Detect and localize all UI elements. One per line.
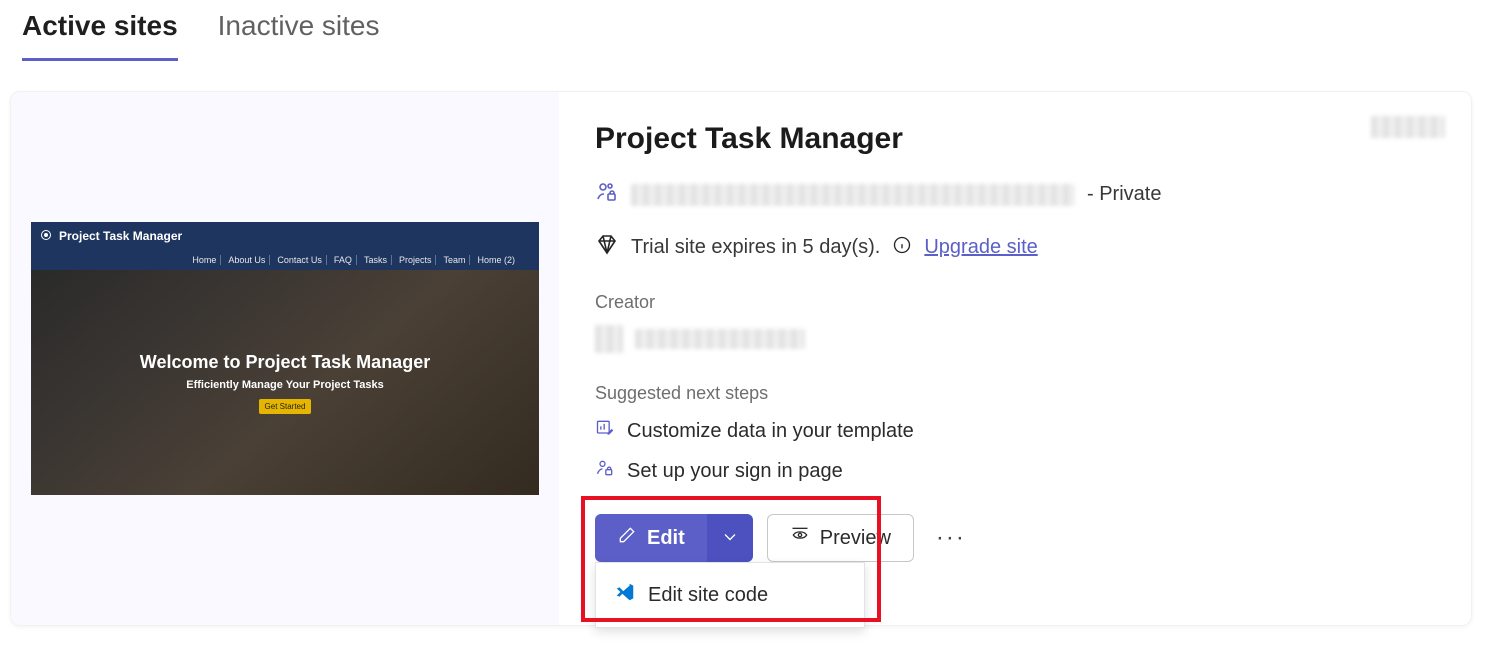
edit-dropdown-menu: Edit site code <box>595 562 865 628</box>
person-lock-icon <box>595 458 615 484</box>
thumbnail-nav-item: FAQ <box>330 255 357 265</box>
site-card: Project Task Manager Home About Us Conta… <box>10 91 1472 626</box>
trial-row: Trial site expires in 5 day(s). Upgrade … <box>595 233 1435 262</box>
thumbnail-logo-icon <box>41 230 51 240</box>
site-title: Project Task Manager <box>595 122 1435 156</box>
creator-label: Creator <box>595 292 1435 313</box>
suggested-step-signin[interactable]: Set up your sign in page <box>595 458 1435 484</box>
thumbnail-nav: Home About Us Contact Us FAQ Tasks Proje… <box>31 250 539 270</box>
thumbnail-hero-button: Get Started <box>259 399 312 414</box>
step-text: Set up your sign in page <box>627 460 843 483</box>
preview-button[interactable]: Preview <box>767 514 914 562</box>
suggested-step-customize[interactable]: Customize data in your template <box>595 418 1435 444</box>
creator-row <box>595 325 1435 353</box>
thumbnail-hero-title: Welcome to Project Task Manager <box>140 352 430 373</box>
site-thumbnail[interactable]: Project Task Manager Home About Us Conta… <box>31 222 539 495</box>
site-thumbnail-pane: Project Task Manager Home About Us Conta… <box>11 92 559 625</box>
site-details-pane: Project Task Manager - Private Trial sit… <box>559 92 1471 625</box>
thumbnail-app-name: Project Task Manager <box>59 229 182 243</box>
diamond-icon <box>595 233 619 262</box>
thumbnail-nav-item: Projects <box>395 255 437 265</box>
info-icon[interactable] <box>892 235 912 260</box>
preview-icon <box>790 525 810 551</box>
dropdown-item-label: Edit site code <box>648 584 768 607</box>
trial-text: Trial site expires in 5 day(s). <box>631 236 880 259</box>
edit-split-button: Edit <box>595 514 753 562</box>
thumbnail-nav-item: Home <box>188 255 221 265</box>
upgrade-site-link[interactable]: Upgrade site <box>924 236 1037 259</box>
thumbnail-hero-subtitle: Efficiently Manage Your Project Tasks <box>186 379 383 391</box>
redacted-top-right <box>1371 116 1445 138</box>
edit-button-label: Edit <box>647 527 685 550</box>
chevron-down-icon <box>720 527 740 550</box>
edit-button[interactable]: Edit <box>595 514 707 562</box>
tab-bar: Active sites Inactive sites <box>0 0 1485 61</box>
edit-dropdown-toggle[interactable] <box>707 514 753 562</box>
pencil-icon <box>617 525 637 551</box>
visibility-text: - Private <box>1087 183 1161 206</box>
redacted-url <box>631 184 1075 206</box>
visibility-row: - Private <box>595 180 1435 209</box>
thumbnail-hero: Welcome to Project Task Manager Efficien… <box>31 270 539 495</box>
thumbnail-nav-item: Home (2) <box>473 255 519 265</box>
preview-button-label: Preview <box>820 527 891 550</box>
chart-edit-icon <box>595 418 615 444</box>
thumbnail-nav-item: Contact Us <box>273 255 327 265</box>
more-horizontal-icon: ··· <box>936 524 966 551</box>
thumbnail-nav-item: Team <box>439 255 470 265</box>
thumbnail-nav-item: Tasks <box>360 255 392 265</box>
suggested-label: Suggested next steps <box>595 383 1435 404</box>
more-actions-button[interactable]: ··· <box>928 514 974 562</box>
vscode-icon <box>614 581 636 609</box>
redacted-creator-name <box>635 329 805 349</box>
step-text: Customize data in your template <box>627 420 914 443</box>
edit-site-code-item[interactable]: Edit site code <box>596 573 864 617</box>
thumbnail-nav-item: About Us <box>224 255 270 265</box>
creator-avatar <box>595 325 623 353</box>
thumbnail-header: Project Task Manager <box>31 222 539 250</box>
tab-active-sites[interactable]: Active sites <box>22 10 178 61</box>
action-row: Edit Preview ··· <box>595 514 1435 562</box>
people-lock-icon <box>595 180 619 209</box>
tab-inactive-sites[interactable]: Inactive sites <box>218 10 380 61</box>
